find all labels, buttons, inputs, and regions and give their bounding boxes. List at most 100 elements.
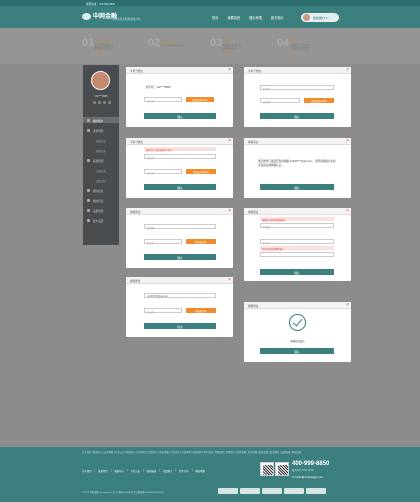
sidebar-item-redpacket[interactable]: 我的红包 — [83, 197, 119, 203]
close-icon[interactable]: × — [346, 208, 349, 214]
bank-icon — [108, 101, 111, 104]
code-input[interactable]: 验证码 — [144, 308, 182, 314]
hotline-phone: 400-999-8850 — [292, 461, 330, 467]
sidebar-item-settings[interactable]: 设置管理 — [83, 207, 119, 213]
footer-link[interactable]: 新闻报道 — [147, 469, 157, 473]
qr-code-2 — [275, 462, 289, 476]
footer-link[interactable]: 联系我们 — [98, 469, 108, 473]
lock-icon — [87, 218, 90, 222]
confirm-button[interactable]: 确认 — [260, 113, 334, 119]
confirm-button[interactable]: 确认 — [260, 269, 334, 275]
footer-link[interactable]: 新手引导 — [179, 469, 189, 473]
email-success-modal: 邮箱修改 × 邮箱修改成功 确认 — [244, 302, 351, 362]
new-phone-input[interactable]: 新手机 — [144, 154, 216, 160]
code-input[interactable]: 验证码 — [144, 239, 182, 245]
sidebar-item-funds[interactable]: 资金管理 — [83, 127, 119, 133]
send-code-button[interactable]: 获取验证码(57) — [186, 97, 214, 102]
sidebar-sub-trade[interactable]: 交易记录 — [83, 167, 119, 173]
close-icon[interactable]: × — [228, 277, 231, 283]
profile-avatar[interactable] — [91, 71, 110, 90]
logo-icon — [82, 12, 91, 20]
contact-email[interactable]: ✉ hello@zhwangjr.com — [292, 475, 323, 479]
close-icon[interactable]: × — [228, 208, 231, 214]
error-message: 该账号已注册请更换手机号 — [144, 147, 216, 152]
sidebar-sub-recharge[interactable]: 充值记录 — [83, 137, 119, 143]
new-email-input[interactable]: 新邮箱 — [144, 224, 216, 230]
trust-badges — [218, 488, 326, 494]
footer-nav: 关于我们 | 联系我们 | 帮助中心 | 平台公告 | 新闻报道 | 招贤纳士 | 新手引导… — [82, 469, 205, 473]
send-code-button[interactable]: 获取验证码 — [186, 308, 216, 313]
confirm-button[interactable]: 确认 — [260, 348, 334, 354]
code-error-message: 验证码错误请重新输入 — [260, 246, 334, 251]
close-icon[interactable]: × — [346, 67, 349, 73]
verify-icons — [93, 101, 111, 104]
avatar — [303, 14, 310, 21]
invest-link[interactable]: 我要理财 — [289, 50, 299, 54]
sidebar-username: 132****9865 — [94, 95, 108, 98]
close-icon[interactable]: × — [228, 138, 231, 144]
close-icon[interactable]: × — [228, 67, 231, 73]
code-input[interactable]: 验证码 — [260, 98, 300, 104]
code-input[interactable]: 验证码 — [144, 97, 182, 103]
main-nav: 首页 我要投资 借出有限 新手指引 — [212, 15, 284, 20]
close-icon[interactable]: × — [346, 138, 349, 144]
chart-icon — [87, 158, 90, 162]
footer-link[interactable]: 平台公告 — [131, 469, 141, 473]
home-icon — [87, 118, 90, 122]
badge — [284, 488, 304, 494]
confirm-button[interactable]: 确认 — [260, 184, 334, 190]
user-icon — [87, 188, 90, 192]
phone-modify-modal-3: 手机号修改 × 该账号已注册请更换手机号 新手机 验证码 获取验证码(57) 确认 — [126, 138, 233, 198]
phone-modify-modal-1: 手机号修改 × 原手机：132****9865 验证码 获取验证码(57) 确认 — [126, 67, 233, 127]
email-icon — [98, 101, 101, 104]
service-hours: 服务时间 9:00-18:00 — [292, 469, 314, 472]
register-link[interactable]: 我要注册 — [94, 50, 104, 54]
footer-link-list[interactable]: 关于我们 | 新闻中心 | 安全保障 | 平台公告 | 帮助中心 | 联系我们 … — [82, 451, 340, 456]
footer-link[interactable]: 网站地图 — [195, 469, 205, 473]
nav-invest[interactable]: 我要投资 — [227, 15, 240, 20]
sidebar-sub-withdraw[interactable]: 提现记录 — [83, 147, 119, 153]
recharge-link[interactable]: 我要充值 — [222, 50, 232, 54]
code-input[interactable]: 验证码 — [260, 239, 334, 245]
sidebar-item-info[interactable]: 我的信息 — [83, 187, 119, 193]
nav-borrow[interactable]: 借出有限 — [249, 15, 262, 20]
sidebar-item-account-settings[interactable]: 账户设置 — [83, 217, 119, 223]
email-verify-modal: 邮箱验证 × 激活邮件已发送至您的邮箱 12345****@qq.com，请登录邮… — [244, 138, 351, 198]
nav-guide[interactable]: 新手指引 — [271, 15, 284, 20]
badge — [306, 488, 326, 494]
new-email-input[interactable]: 新邮箱 — [260, 223, 334, 229]
sidebar-item-account[interactable]: 我的账户 — [83, 117, 119, 123]
qr-code-1 — [260, 462, 274, 476]
sidebar-sub-repay[interactable]: 回款计划 — [83, 177, 119, 183]
confirm-button[interactable]: 确认 — [144, 184, 216, 190]
account-menu-button[interactable]: 我的账户 ▾ — [301, 13, 339, 22]
nav-home[interactable]: 首页 — [212, 15, 218, 20]
id-icon — [103, 101, 106, 104]
success-check-icon — [289, 314, 306, 331]
account-sidebar: 132****9865 我的账户 资金管理 充值记录 提现记录 投资管理 交易记… — [83, 65, 119, 245]
close-icon[interactable]: × — [346, 302, 349, 308]
send-code-button[interactable]: 获取验证码(57) — [186, 169, 216, 174]
confirm-button[interactable]: 确认 — [144, 113, 216, 119]
email-modify-modal-3: 邮箱修改 × 12345678@qq.com 验证码 获取验证码 提交 — [126, 277, 233, 337]
new-phone-input[interactable]: 新手机 — [260, 85, 334, 91]
confirm-button[interactable]: 确认 — [144, 254, 216, 260]
badge — [262, 488, 282, 494]
email-input[interactable]: 12345678@qq.com — [144, 293, 216, 298]
footer-link[interactable]: 招贤纳士 — [163, 469, 173, 473]
submit-button[interactable]: 提交 — [144, 323, 216, 329]
badge — [240, 488, 260, 494]
email-error-message: 邮箱格式错误请重新输入 — [260, 217, 334, 222]
sidebar-item-invest[interactable]: 投资管理 — [83, 157, 119, 163]
send-code-button[interactable]: 获取验证码 — [186, 239, 216, 244]
site-header: 中网金融 中国优质互联网金融平台 首页 我要投资 借出有限 新手指引 我的账户 … — [0, 6, 420, 28]
logo-tagline: 中国优质互联网金融平台 — [112, 18, 141, 21]
footer-link[interactable]: 帮助中心 — [114, 469, 124, 473]
wallet-icon — [87, 128, 90, 132]
phone-modify-modal-2: 手机号修改 × 新手机 验证码 获取验证码(57) 确认 — [244, 67, 351, 127]
gift-icon — [87, 198, 90, 202]
footer-link[interactable]: 关于我们 — [82, 469, 92, 473]
send-code-button[interactable]: 获取验证码(57) — [304, 98, 334, 103]
code-input-repeat[interactable] — [260, 252, 334, 257]
code-input[interactable]: 验证码 — [144, 169, 182, 175]
